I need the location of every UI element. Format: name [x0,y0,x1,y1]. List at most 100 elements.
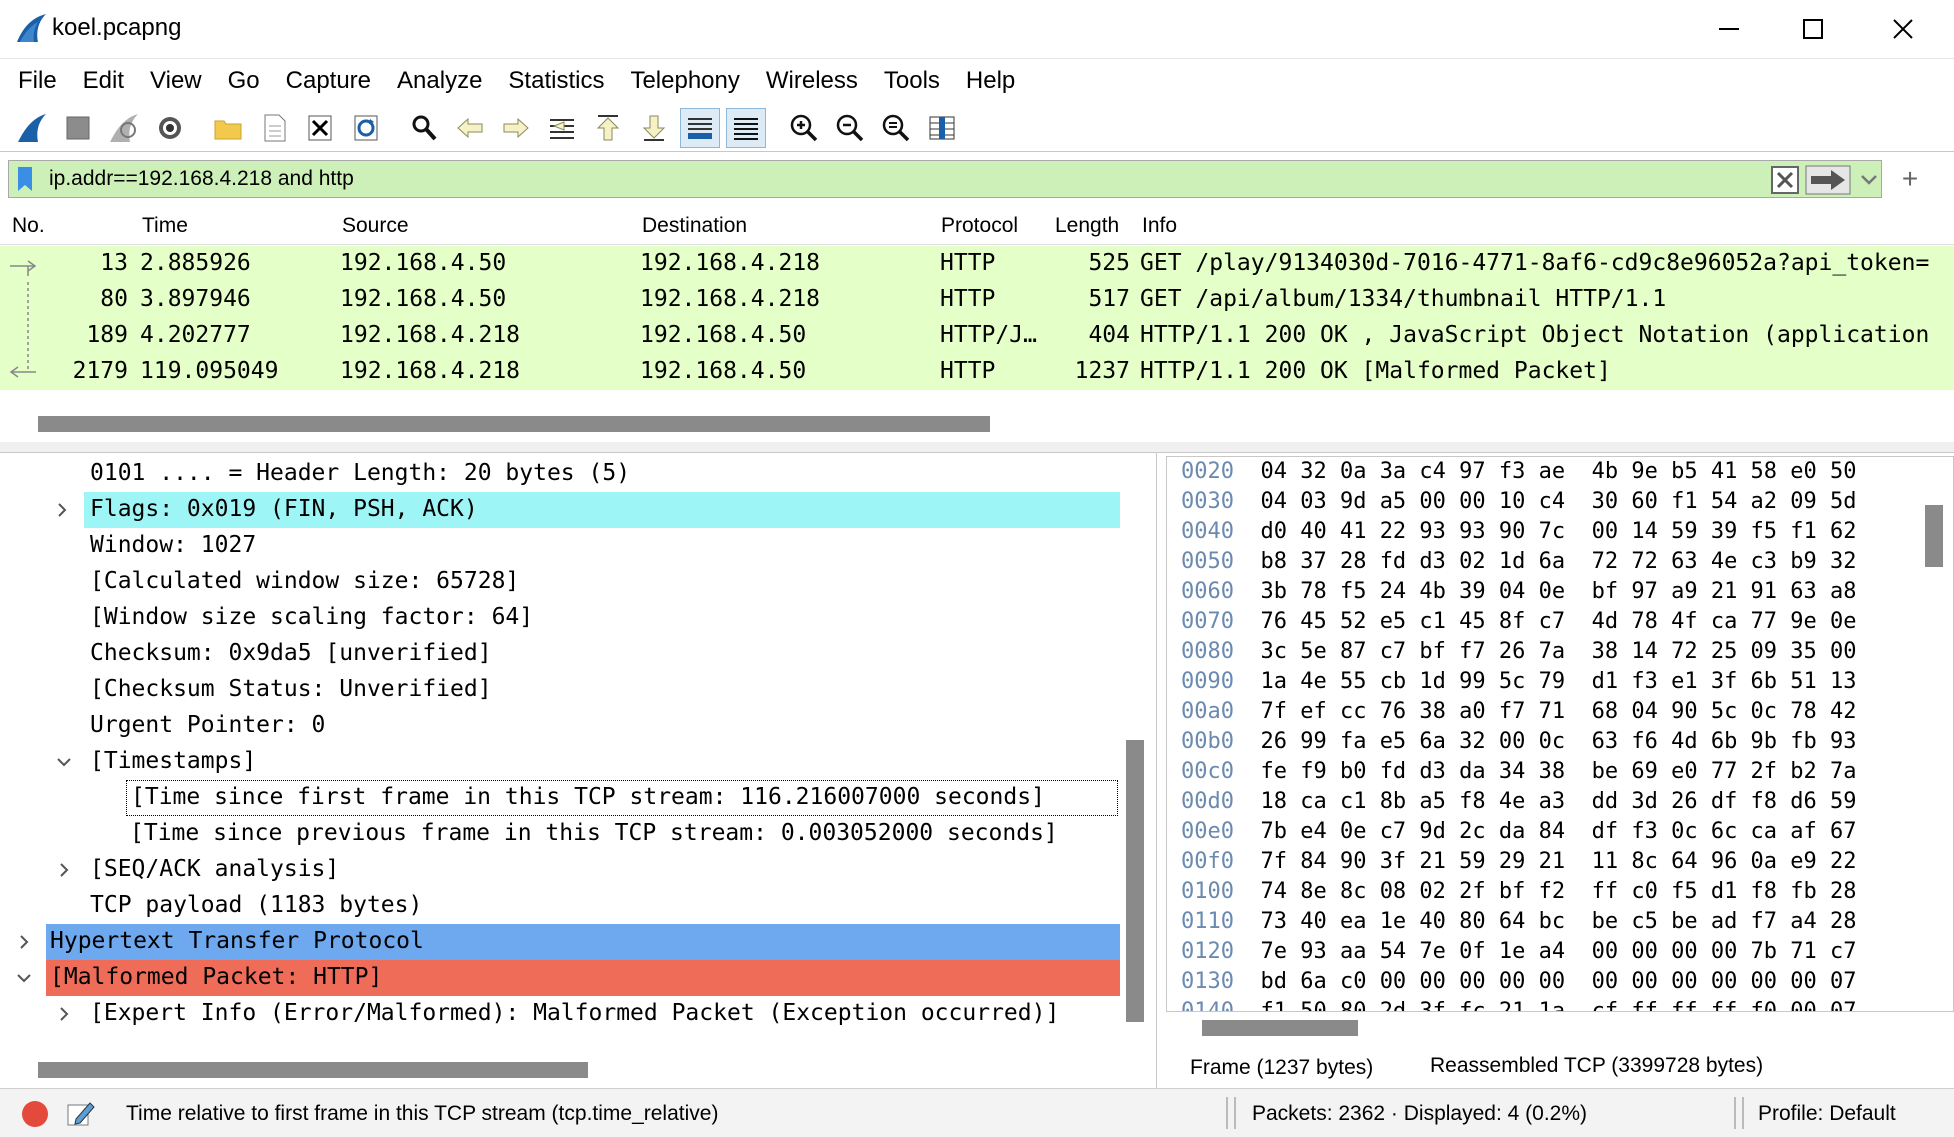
tab-reassembled-tcp[interactable]: Reassembled TCP (3399728 bytes) [1430,1054,1763,1078]
detail-item[interactable]: [Calculated window size: 65728] [0,564,1120,600]
detail-item[interactable]: Urgent Pointer: 0 [0,708,1120,744]
zoom-out-button[interactable] [830,108,870,148]
chevron-down-icon[interactable] [16,970,32,986]
detail-item-expert-info[interactable]: [Expert Info (Error/Malformed): Malforme… [0,996,1120,1032]
maximize-button[interactable] [1768,0,1858,58]
detail-item[interactable]: 0101 .... = Header Length: 20 bytes (5) [0,456,1120,492]
packet-row[interactable]: 189 4.202777 192.168.4.218 192.168.4.50 … [0,318,1954,354]
close-file-button[interactable] [300,108,340,148]
detail-item-flags[interactable]: Flags: 0x019 (FIN, PSH, ACK) [58,492,1120,528]
bytes-vertical-scrollbar[interactable] [1925,505,1943,567]
hex-row[interactable]: 00c0 fe f9 b0 fd d3 da 34 38 be 69 e0 77… [1181,759,1857,789]
hex-row[interactable]: 0090 1a 4e 55 cb 1d 99 5c 79 d1 f3 e1 3f… [1181,669,1857,699]
go-forward-button[interactable] [496,108,536,148]
go-to-packet-button[interactable] [542,108,582,148]
stop-capture-button[interactable] [58,108,98,148]
first-packet-button[interactable] [588,108,628,148]
details-horizontal-scrollbar[interactable] [38,1062,588,1078]
hex-row[interactable]: 00a0 7f ef cc 76 38 a0 f7 71 68 04 90 5c… [1181,699,1857,729]
menu-wireless[interactable]: Wireless [756,67,874,95]
menu-help[interactable]: Help [956,67,1031,95]
packet-row[interactable]: 13 2.885926 192.168.4.50 192.168.4.218 H… [0,246,1954,282]
hex-row[interactable]: 0030 04 03 9d a5 00 00 10 c4 30 60 f1 54… [1181,489,1857,519]
display-filter-input[interactable] [49,165,1749,193]
chevron-down-icon[interactable] [56,754,72,770]
detail-item-http[interactable]: Hypertext Transfer Protocol [20,924,1120,960]
col-source[interactable]: Source [342,214,409,238]
profile-indicator[interactable]: Profile: Default [1758,1102,1896,1126]
details-vertical-scrollbar[interactable] [1126,740,1144,1022]
menu-tools[interactable]: Tools [874,67,956,95]
hex-row[interactable]: 00e0 7b e4 0e c7 9d 2c da 84 df f3 0c 6c… [1181,819,1857,849]
detail-item-seq-ack[interactable]: [SEQ/ACK analysis] [0,852,1120,888]
col-destination[interactable]: Destination [642,214,747,238]
chevron-down-icon[interactable] [1859,169,1879,189]
start-capture-button[interactable] [12,108,52,148]
close-button[interactable] [1858,0,1948,58]
hex-row[interactable]: 0040 d0 40 41 22 93 93 90 7c 00 14 59 39… [1181,519,1857,549]
packet-list-horizontal-scrollbar[interactable] [38,416,990,432]
detail-item[interactable]: TCP payload (1183 bytes) [0,888,1120,924]
col-protocol[interactable]: Protocol [941,214,1018,238]
find-packet-button[interactable] [404,108,444,148]
edit-comment-icon[interactable] [66,1099,96,1129]
packet-row[interactable]: 2179 119.095049 192.168.4.218 192.168.4.… [0,354,1954,390]
detail-item[interactable]: Window: 1027 [0,528,1120,564]
detail-item[interactable]: [Checksum Status: Unverified] [0,672,1120,708]
hex-row[interactable]: 0050 b8 37 28 fd d3 02 1d 6a 72 72 63 4e… [1181,549,1857,579]
menu-analyze[interactable]: Analyze [387,67,498,95]
hex-row[interactable]: 0140 f1 50 80 2d 3f fc 21 1a cf ff ff ff… [1181,999,1857,1011]
chevron-right-icon[interactable] [56,862,72,878]
hex-row[interactable]: 00b0 26 99 fa e5 6a 32 00 0c 63 f6 4d 6b… [1181,729,1857,759]
chevron-right-icon[interactable] [54,502,70,518]
hex-row[interactable]: 0100 74 8e 8c 08 02 2f bf f2 ff c0 f5 d1… [1181,879,1857,909]
menu-telephony[interactable]: Telephony [620,67,755,95]
col-time[interactable]: Time [142,214,188,238]
col-no[interactable]: No. [12,214,45,238]
resize-columns-button[interactable] [922,108,962,148]
chevron-right-icon[interactable] [16,934,32,950]
hex-row[interactable]: 0110 73 40 ea 1e 40 80 64 bc be c5 be ad… [1181,909,1857,939]
col-length[interactable]: Length [1055,214,1119,238]
detail-item[interactable]: [Window size scaling factor: 64] [0,600,1120,636]
expert-info-status-icon[interactable] [22,1101,48,1127]
save-file-button[interactable] [254,108,294,148]
tab-frame[interactable]: Frame (1237 bytes) [1190,1056,1373,1080]
hex-row[interactable]: 0020 04 32 0a 3a c4 97 f3 ae 4b 9e b5 41… [1181,459,1857,489]
colorize-button[interactable] [726,107,766,148]
menu-view[interactable]: View [140,67,218,95]
bytes-horizontal-scrollbar[interactable] [1202,1020,1358,1036]
go-back-button[interactable] [450,108,490,148]
clear-filter-icon[interactable] [1771,166,1799,194]
hex-row[interactable]: 00d0 18 ca c1 8b a5 f8 4e a3 dd 3d 26 df… [1181,789,1857,819]
autoscroll-button[interactable] [680,107,720,148]
restart-capture-button[interactable] [104,108,144,148]
hex-row[interactable]: 0080 3c 5e 87 c7 bf f7 26 7a 38 14 72 25… [1181,639,1857,669]
menu-file[interactable]: File [8,67,73,95]
bookmark-icon[interactable] [15,166,35,192]
detail-item-timestamps[interactable]: [Timestamps] [0,744,1120,780]
detail-item-selected[interactable]: [Time since first frame in this TCP stre… [126,780,1118,816]
menu-capture[interactable]: Capture [276,67,387,95]
hex-row[interactable]: 0060 3b 78 f5 24 4b 39 04 0e bf 97 a9 21… [1181,579,1857,609]
detail-item[interactable]: [Time since previous frame in this TCP s… [0,816,1120,852]
menu-statistics[interactable]: Statistics [498,67,620,95]
hex-row[interactable]: 0120 7e 93 aa 54 7e 0f 1e a4 00 00 00 00… [1181,939,1857,969]
packet-row[interactable]: 80 3.897946 192.168.4.50 192.168.4.218 H… [0,282,1954,318]
reload-file-button[interactable] [346,108,386,148]
chevron-right-icon[interactable] [56,1006,72,1022]
zoom-in-button[interactable] [784,108,824,148]
apply-filter-arrow-icon[interactable] [1805,165,1851,195]
hex-row[interactable]: 00f0 7f 84 90 3f 21 59 29 21 11 8c 64 96… [1181,849,1857,879]
menu-edit[interactable]: Edit [73,67,140,95]
hex-row[interactable]: 0070 76 45 52 e5 c1 45 8f c7 4d 78 4f ca… [1181,609,1857,639]
detail-item-malformed[interactable]: [Malformed Packet: HTTP] [17,960,1120,996]
detail-item[interactable]: Checksum: 0x9da5 [unverified] [0,636,1120,672]
minimize-button[interactable] [1684,0,1774,58]
capture-options-button[interactable] [150,108,190,148]
open-file-button[interactable] [208,108,248,148]
hex-row[interactable]: 0130 bd 6a c0 00 00 00 00 00 00 00 00 00… [1181,969,1857,999]
menu-go[interactable]: Go [218,67,276,95]
col-info[interactable]: Info [1142,214,1177,238]
last-packet-button[interactable] [634,108,674,148]
